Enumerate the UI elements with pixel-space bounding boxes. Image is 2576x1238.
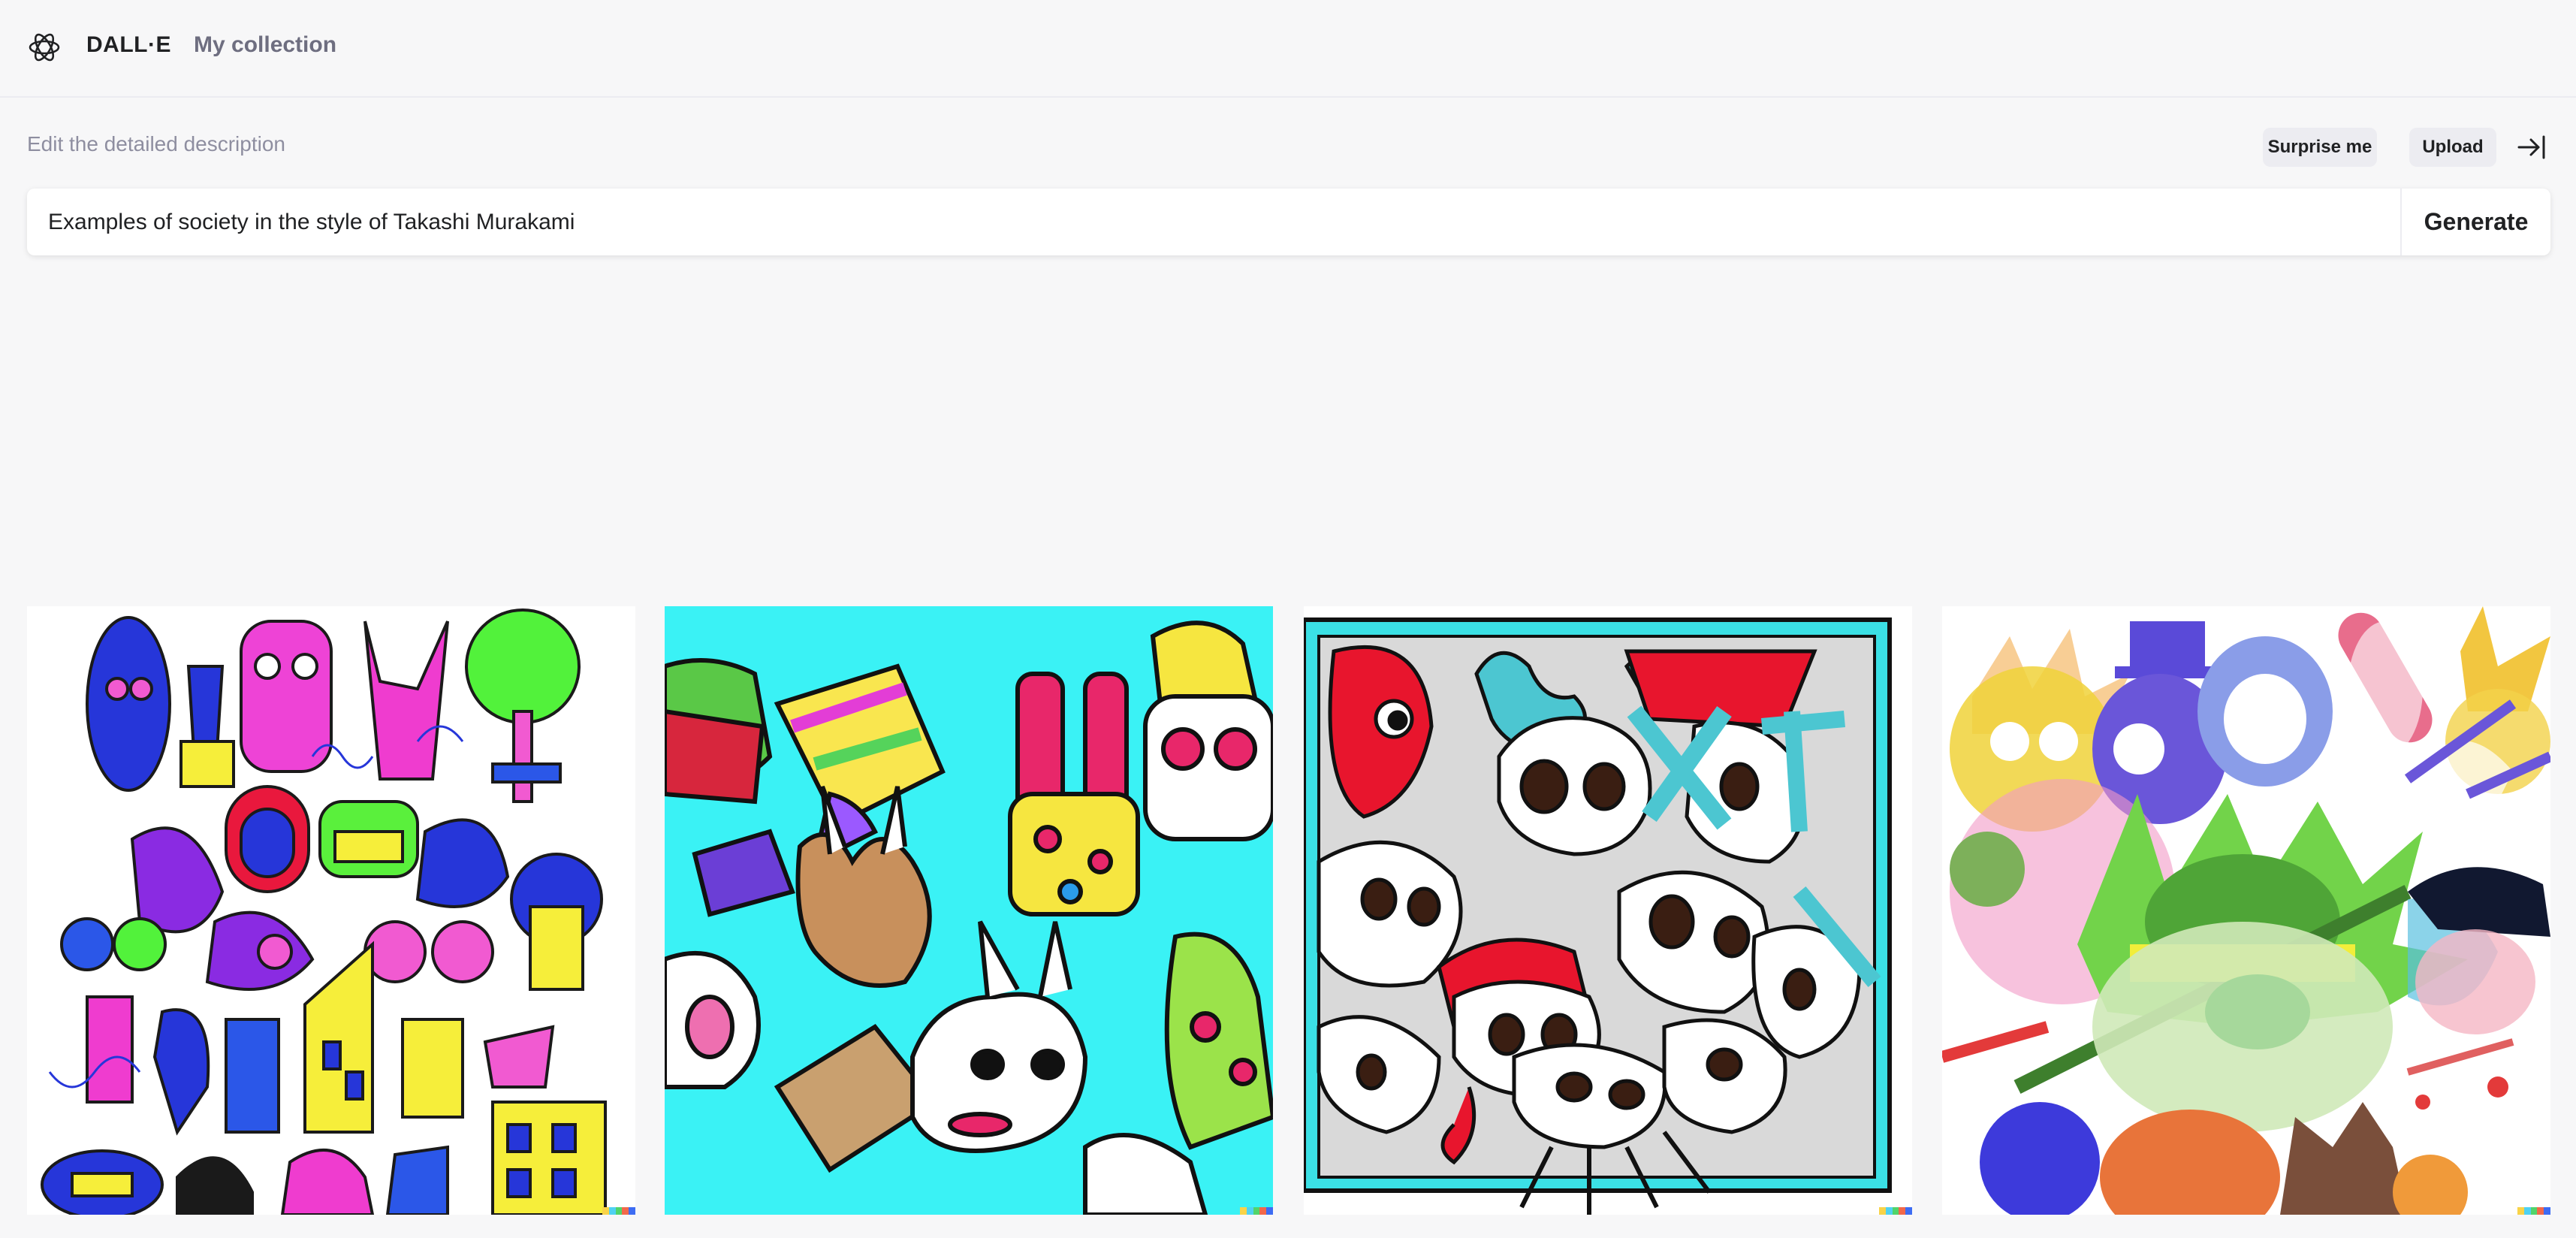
prompt-box: Generate — [27, 189, 2550, 255]
top-bar: DALL·E My collection — [0, 0, 2576, 98]
dalle-signature — [1240, 1207, 1273, 1215]
generated-image-1-art — [27, 606, 635, 1215]
generated-image-4[interactable] — [1942, 606, 2550, 1215]
openai-logo-icon[interactable] — [27, 30, 62, 65]
arrow-right-to-bar-icon[interactable] — [2516, 132, 2547, 162]
generate-button[interactable]: Generate — [2400, 189, 2550, 255]
dalle-signature — [602, 1207, 635, 1215]
generated-image-4-art — [1942, 606, 2550, 1215]
brand-title[interactable]: DALL·E — [86, 32, 171, 58]
dalle-signature — [1879, 1207, 1912, 1215]
prompt-label: Edit the detailed description — [27, 132, 285, 156]
dalle-signature — [2517, 1207, 2550, 1215]
generated-image-2[interactable] — [665, 606, 1273, 1215]
generated-image-3[interactable] — [1304, 606, 1912, 1215]
generated-image-3-art — [1304, 606, 1912, 1215]
upload-button[interactable]: Upload — [2409, 128, 2496, 167]
surprise-me-button[interactable]: Surprise me — [2263, 128, 2377, 167]
generated-image-2-art — [665, 606, 1273, 1215]
generated-image-1[interactable] — [27, 606, 635, 1215]
prompt-input[interactable] — [48, 189, 2406, 255]
nav-my-collection[interactable]: My collection — [194, 32, 336, 58]
